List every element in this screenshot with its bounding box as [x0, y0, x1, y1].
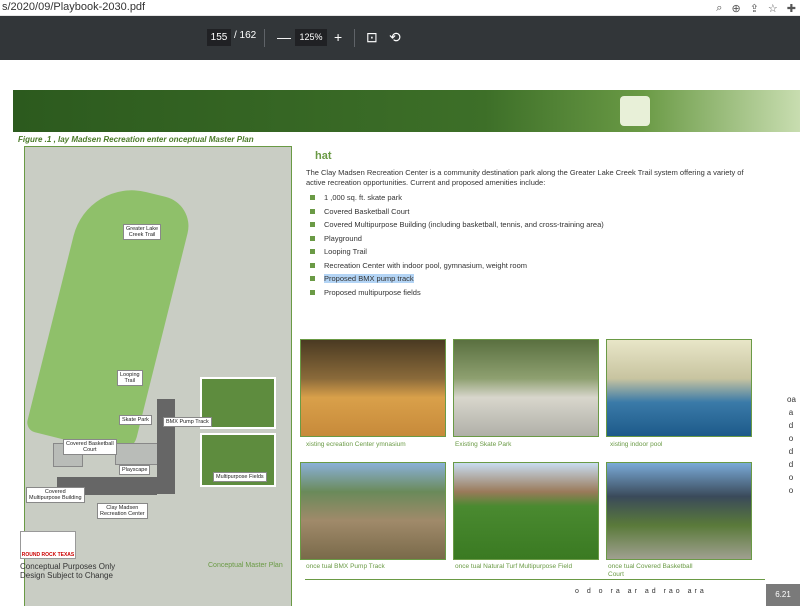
list-item: Recreation Center with indoor pool, gymn…: [310, 260, 604, 274]
page-number-input[interactable]: 155: [207, 29, 231, 46]
photo-caption: once tual Covered Basketball Court: [608, 563, 693, 578]
side-vertical-text: oa a d o d d o o: [787, 395, 796, 495]
page-total: / 162: [234, 30, 257, 41]
map-note: Conceptual Purposes Only Design Subject …: [20, 562, 116, 580]
map-parking: [157, 399, 175, 494]
list-item: Covered Basketball Court: [310, 206, 604, 220]
page-footer: o d o ra ar ad rao ara: [305, 579, 765, 595]
figure-caption: Figure .1 , lay Madsen Recreation enter …: [18, 135, 254, 144]
intro-paragraph: The Clay Madsen Recreation Center is a c…: [306, 168, 744, 187]
list-item: Covered Multipurpose Building (including…: [310, 219, 604, 233]
zoom-icon[interactable]: ⊕: [731, 2, 740, 15]
banner-logo-image: [620, 96, 650, 126]
list-item: Looping Trail: [310, 246, 604, 260]
rotate-icon[interactable]: ⟲: [389, 27, 401, 47]
url-text[interactable]: s/2020/09/Playbook-2030.pdf: [2, 1, 145, 13]
search-icon[interactable]: ⌕: [716, 2, 722, 15]
puzzle-icon[interactable]: ✚: [787, 2, 796, 15]
photo-caption: xisting indoor pool: [610, 441, 663, 448]
list-item: Proposed multipurpose fields: [310, 287, 604, 301]
zoom-in-button[interactable]: +: [334, 27, 342, 47]
map-label-covered-building: Covered Multipurpose Building: [26, 487, 85, 503]
star-icon[interactable]: ☆: [768, 2, 778, 15]
share-icon[interactable]: ⇪: [750, 2, 759, 15]
zoom-level-input[interactable]: 125%: [295, 29, 327, 46]
list-item-highlighted: Proposed BMX pump track: [310, 273, 604, 287]
zoom-out-button[interactable]: —: [277, 27, 291, 47]
photo-turf-field: [453, 462, 599, 560]
round-rock-logo: ROUND ROCK TEXAS: [20, 531, 76, 559]
pdf-toolbar: 155 / 162 — 125% + ⊡ ⟲: [0, 16, 800, 60]
browser-actions: ⌕ ⊕ ⇪ ☆ ✚: [716, 0, 796, 16]
photo-skate-park: [453, 339, 599, 437]
map-label-greater-lake: Greater Lake Creek Trail: [123, 224, 162, 240]
list-item: Playground: [310, 233, 604, 247]
map-label-rec-center: Clay Madsen Recreation Center: [97, 503, 148, 519]
map-label-multipurpose-fields: Multipurpose Fields: [213, 472, 267, 482]
amenities-list: 1 ,000 sq. ft. skate park Covered Basket…: [310, 192, 604, 300]
photo-caption: once tual Natural Turf Multipurpose Fiel…: [455, 563, 573, 570]
toolbar-divider: [354, 29, 355, 47]
photo-indoor-pool: [606, 339, 752, 437]
photo-caption: Existing Skate Park: [455, 441, 512, 448]
map-label-bmx: BMX Pump Track: [163, 417, 212, 427]
toolbar-divider: [264, 29, 265, 47]
map-label-skate: Skate Park: [119, 415, 152, 425]
list-item: 1 ,000 sq. ft. skate park: [310, 192, 604, 206]
map-label-playscape: Playscape: [119, 465, 151, 475]
footer-text: o d o ra ar ad rao ara: [575, 588, 707, 595]
photo-covered-court: [606, 462, 752, 560]
header-banner: [13, 90, 800, 132]
photo-caption: once tual BMX Pump Track: [306, 563, 385, 570]
fit-page-icon[interactable]: ⊡: [366, 27, 378, 47]
page-number-badge: 6.21: [766, 584, 800, 606]
photo-caption: xisting ecreation Center ymnasium: [306, 441, 406, 448]
browser-address-bar[interactable]: s/2020/09/Playbook-2030.pdf ⌕ ⊕ ⇪ ☆ ✚: [0, 0, 800, 16]
map-caption: Conceptual Master Plan: [208, 562, 283, 569]
section-heading: hat: [315, 150, 332, 162]
map-label-looping: Looping Trail: [117, 370, 143, 386]
photo-bmx-track: [300, 462, 446, 560]
map-label-basketball: Covered Basketball Court: [63, 439, 117, 455]
photo-gymnasium: [300, 339, 446, 437]
pdf-page: Figure .1 , lay Madsen Recreation enter …: [0, 60, 800, 606]
